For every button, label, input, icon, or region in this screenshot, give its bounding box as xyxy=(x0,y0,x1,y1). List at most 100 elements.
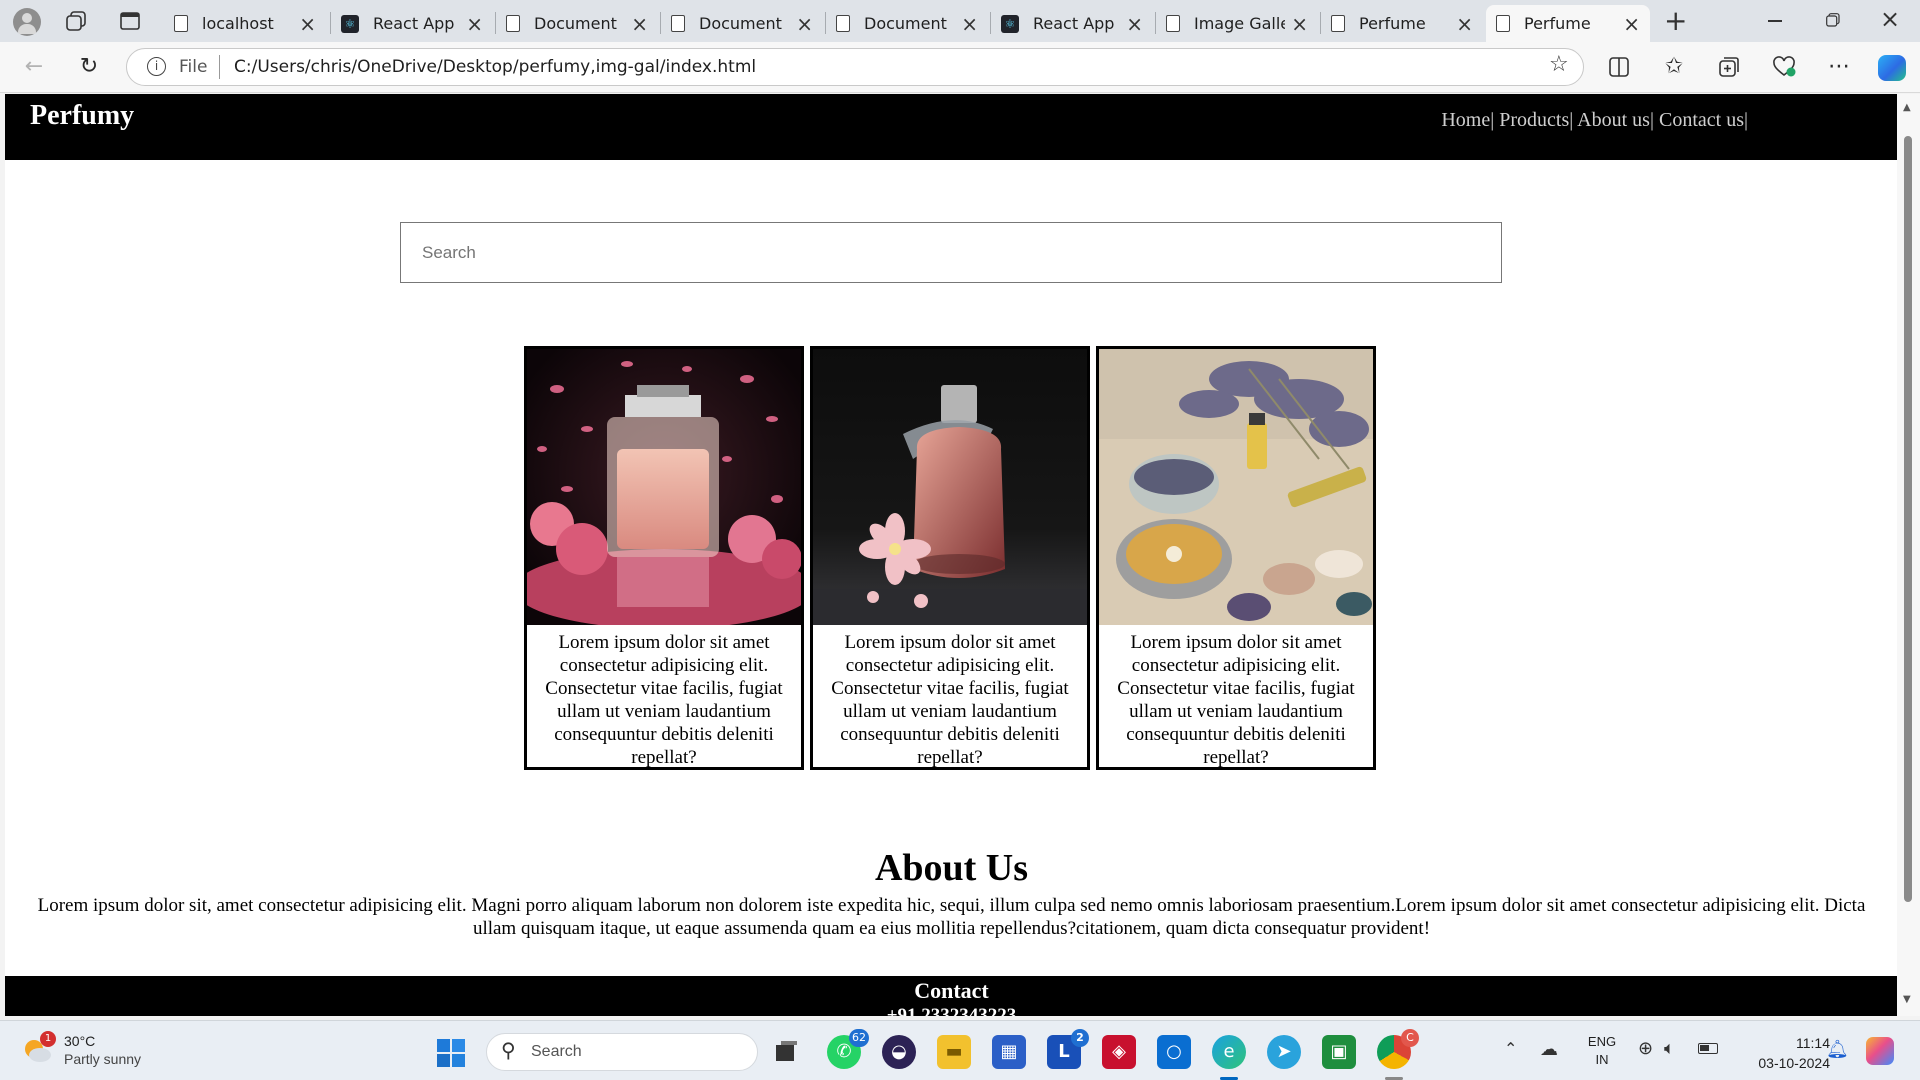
tab-perfume[interactable]: Perfume × xyxy=(1321,5,1483,42)
google-classroom-icon[interactable]: ▣ xyxy=(1322,1035,1356,1069)
clock[interactable]: 11:14 03-10-2024 xyxy=(1740,1033,1830,1073)
page-scrollbar[interactable]: ▲ ▼ xyxy=(1897,94,1920,1016)
tab-document[interactable]: Document × xyxy=(496,5,658,42)
product-card[interactable]: Lorem ipsum dolor sit amet consectetur a… xyxy=(1096,346,1376,770)
site-info-icon[interactable]: i xyxy=(147,57,166,76)
collections-icon[interactable] xyxy=(1713,52,1745,82)
clock-time: 11:14 xyxy=(1796,1035,1830,1051)
tab-react-app[interactable]: ⚛ React App × xyxy=(991,5,1153,42)
product-card[interactable]: Lorem ipsum dolor sit amet consectetur a… xyxy=(524,346,804,770)
footer-heading: Contact xyxy=(914,978,989,1003)
edge-icon[interactable]: e xyxy=(1212,1035,1246,1069)
new-tab-button[interactable]: + xyxy=(1664,4,1687,37)
close-icon[interactable]: × xyxy=(299,12,316,36)
start-button[interactable] xyxy=(436,1038,466,1068)
tab-document[interactable]: Document × xyxy=(826,5,988,42)
taskbar-search[interactable]: ⚲ Search xyxy=(486,1033,758,1071)
site-footer: Contact +91 2332343223 xyxy=(5,976,1898,1016)
restore-button[interactable] xyxy=(1826,12,1840,27)
nav-link-contact-us[interactable]: Contact us xyxy=(1659,109,1744,131)
tab-image-gallery[interactable]: Image Gallery × xyxy=(1156,5,1318,42)
site-navbar: Perfumy Home| Products| About us| Contac… xyxy=(5,94,1898,160)
favorites-icon[interactable]: ✩ xyxy=(1658,52,1690,82)
l-app-icon[interactable]: L2 xyxy=(1047,1029,1089,1069)
weather-widget[interactable]: 1 30°C Partly sunny xyxy=(22,1031,162,1071)
whatsapp-badge: 62 xyxy=(849,1029,869,1047)
microsoft-store-icon[interactable]: ▦ xyxy=(992,1035,1026,1069)
close-icon[interactable]: × xyxy=(1291,12,1308,36)
chrome-icon[interactable]: C xyxy=(1377,1029,1419,1069)
more-icon[interactable]: ⋯ xyxy=(1823,52,1855,82)
document-icon xyxy=(1496,15,1510,32)
onedrive-icon[interactable]: ☁ xyxy=(1540,1039,1558,1060)
url-text[interactable]: C:/Users/chris/OneDrive/Desktop/perfumy,… xyxy=(234,57,756,77)
language-indicator[interactable]: ENG IN xyxy=(1587,1033,1617,1069)
region-code: IN xyxy=(1595,1052,1609,1067)
close-icon[interactable]: × xyxy=(1623,12,1640,36)
tab-title: Perfume xyxy=(1359,14,1426,33)
battery-icon[interactable] xyxy=(1698,1043,1718,1054)
close-icon[interactable]: × xyxy=(466,12,483,36)
show-hidden-icons[interactable]: ⌃ xyxy=(1504,1039,1517,1058)
document-icon xyxy=(671,15,685,32)
scroll-down-icon[interactable]: ▼ xyxy=(1903,994,1911,1005)
refresh-icon[interactable]: ↻ xyxy=(73,52,105,82)
tab-perfume-active[interactable]: Perfume × xyxy=(1486,5,1650,42)
network-icon[interactable]: ⊕ xyxy=(1638,1038,1653,1059)
scroll-up-icon[interactable]: ▲ xyxy=(1903,102,1911,113)
tab-title: React App xyxy=(373,14,455,33)
weather-condition: Partly sunny xyxy=(64,1051,142,1067)
footer-phone: +91 2332343223 xyxy=(886,1005,1017,1016)
document-icon xyxy=(1166,15,1180,32)
close-icon[interactable]: × xyxy=(796,12,813,36)
tab-localhost[interactable]: localhost × xyxy=(164,5,326,42)
weather-temp: 30°C xyxy=(64,1033,96,1049)
copilot-taskbar-icon[interactable] xyxy=(1866,1037,1894,1065)
whatsapp-icon[interactable]: ✆ 62 xyxy=(827,1029,869,1069)
profile-avatar-icon[interactable] xyxy=(13,8,41,36)
cortana-icon[interactable]: ○ xyxy=(1157,1035,1191,1069)
close-icon[interactable]: × xyxy=(631,12,648,36)
split-screen-icon[interactable] xyxy=(1603,52,1635,82)
workspaces-icon[interactable] xyxy=(65,10,87,32)
favorite-star-icon[interactable]: ☆ xyxy=(1549,52,1569,77)
address-bar[interactable]: i File C:/Users/chris/OneDrive/Desktop/p… xyxy=(126,48,1584,86)
browser-essentials-icon[interactable] xyxy=(1768,52,1800,82)
volume-icon[interactable]: 🔈︎ xyxy=(1664,1038,1675,1059)
back-icon[interactable]: ← xyxy=(18,52,50,82)
task-view-icon[interactable] xyxy=(770,1035,804,1069)
perfume-flower-image xyxy=(813,349,1087,625)
telegram-icon[interactable]: ➤ xyxy=(1267,1035,1301,1069)
copilot-icon[interactable] xyxy=(1878,55,1906,81)
globe-doc-icon xyxy=(174,15,188,32)
file-explorer-icon[interactable]: ▬ xyxy=(937,1035,971,1069)
scroll-thumb[interactable] xyxy=(1904,136,1912,902)
close-icon[interactable]: × xyxy=(1126,12,1143,36)
card-description: Lorem ipsum dolor sit amet consectetur a… xyxy=(1117,632,1355,768)
close-icon[interactable]: × xyxy=(961,12,978,36)
vertical-tabs-icon[interactable] xyxy=(119,10,141,32)
minimize-button[interactable] xyxy=(1768,20,1782,22)
tab-title: Document xyxy=(864,14,947,33)
notifications-bell-icon[interactable]: 🔔︎ xyxy=(1826,1039,1849,1060)
nav-link-products[interactable]: Products xyxy=(1499,109,1569,131)
product-card[interactable]: Lorem ipsum dolor sit amet consectetur a… xyxy=(810,346,1090,770)
search-input[interactable] xyxy=(400,222,1502,283)
site-brand[interactable]: Perfumy xyxy=(30,100,134,132)
nav-link-home[interactable]: Home xyxy=(1441,109,1490,131)
mcafee-icon[interactable]: ◈ xyxy=(1102,1035,1136,1069)
tab-react-app[interactable]: ⚛ React App × xyxy=(331,5,493,42)
tab-document[interactable]: Document × xyxy=(661,5,823,42)
close-icon[interactable]: × xyxy=(1456,12,1473,36)
page-viewport: Perfumy Home| Products| About us| Contac… xyxy=(5,94,1898,1016)
tab-title: Document xyxy=(534,14,617,33)
react-icon: ⚛ xyxy=(1001,14,1019,33)
about-us-text: Lorem ipsum dolor sit, amet consectetur … xyxy=(37,895,1866,939)
nav-link-about-us[interactable]: About us xyxy=(1577,109,1650,131)
browser-tab-strip: localhost × ⚛ React App × Document × Doc… xyxy=(0,0,1920,42)
close-window-button[interactable]: × xyxy=(1880,5,1900,33)
perfume-rose-image xyxy=(527,349,801,625)
document-icon xyxy=(506,15,520,32)
eclipse-icon[interactable]: ◒ xyxy=(882,1035,916,1069)
weather-alert-badge: 1 xyxy=(40,1031,56,1047)
